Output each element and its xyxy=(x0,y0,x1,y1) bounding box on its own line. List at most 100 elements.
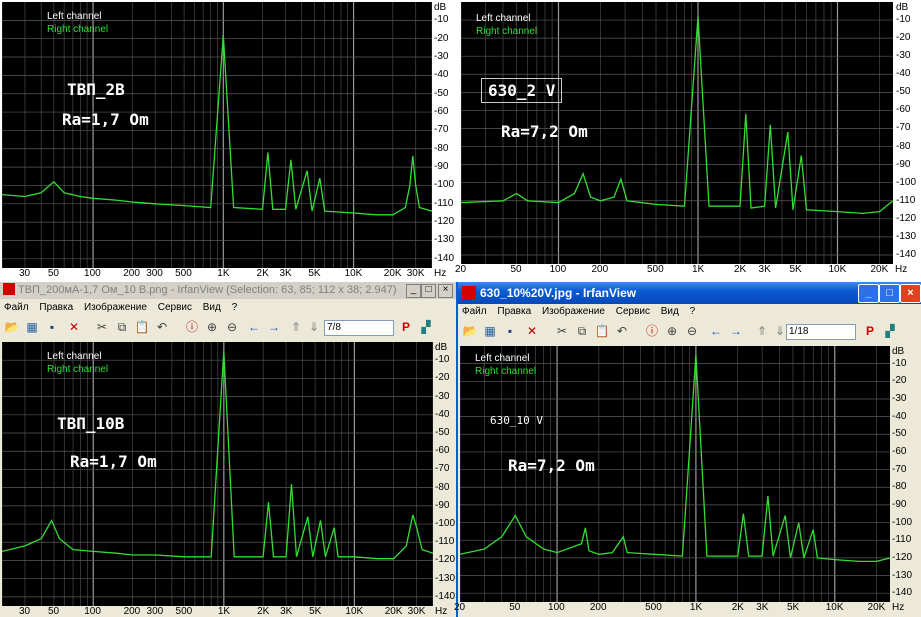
minimize-button[interactable]: _ xyxy=(858,284,879,303)
maximize-button[interactable]: □ xyxy=(421,284,436,298)
db-tick-label: -90 xyxy=(896,158,911,170)
menu-file[interactable]: Файл xyxy=(462,306,487,317)
print-icon[interactable]: P xyxy=(398,319,414,335)
info-icon[interactable]: ⓘ xyxy=(644,323,660,339)
menu-file[interactable]: Файл xyxy=(4,302,29,313)
page-number-field[interactable]: 1/18 xyxy=(786,324,856,340)
close-button[interactable]: × xyxy=(900,284,921,303)
frequency-tick-label: 200 xyxy=(123,606,141,617)
next-icon[interactable]: → xyxy=(728,323,744,339)
menu-image[interactable]: Изображение xyxy=(542,306,605,317)
db-tick-label: -130 xyxy=(896,230,917,242)
paste-icon[interactable]: 📋 xyxy=(134,319,150,335)
db-tick-label: -110 xyxy=(434,197,454,209)
db-tick-label: -40 xyxy=(435,408,450,420)
menu-help[interactable]: ? xyxy=(690,306,696,317)
db-tick-label: -20 xyxy=(434,32,449,44)
spectrum-plot-area: Left channel Right channel ТВП_2В Ra=1,7… xyxy=(2,2,432,268)
last-icon[interactable]: ⇓ xyxy=(306,319,322,335)
window-titlebar[interactable]: 630_10%20V.jpg - IrfanView xyxy=(458,282,921,304)
frequency-tick-label: 100 xyxy=(84,268,101,279)
db-tick-label: -110 xyxy=(892,534,912,546)
save-icon[interactable]: ▪ xyxy=(502,323,518,339)
annotation-title: 630_2 V xyxy=(481,78,563,103)
next-icon[interactable]: → xyxy=(266,319,282,335)
menu-help[interactable]: ? xyxy=(232,302,238,313)
undo-icon[interactable]: ↶ xyxy=(154,319,170,335)
info-icon[interactable]: ⓘ xyxy=(184,319,200,335)
window-title: ТВП_200мА-1,7 Ом_10 В.png - IrfanView (S… xyxy=(18,284,397,296)
undo-icon[interactable]: ↶ xyxy=(614,323,630,339)
spectrum-view-top-right: Left channel Right channel 630_2 V Ra=7,… xyxy=(455,0,921,282)
db-tick-label: dB xyxy=(892,346,905,357)
frequency-tick-label: 100 xyxy=(84,606,101,617)
frequency-tick-label: 5K xyxy=(308,268,321,279)
window-titlebar[interactable]: ТВП_200мА-1,7 Ом_10 В.png - IrfanView (S… xyxy=(0,282,456,299)
open-folder-icon[interactable]: 📂 xyxy=(462,323,478,339)
frequency-tick-label: 1K xyxy=(217,268,230,279)
zoom-in-icon[interactable]: ⊕ xyxy=(204,319,220,335)
first-icon[interactable]: ⇑ xyxy=(288,319,304,335)
previous-icon[interactable]: ← xyxy=(708,323,724,339)
spectrum-chart xyxy=(2,342,433,606)
print-icon[interactable]: P xyxy=(862,323,878,339)
chart-legend: Left channel Right channel xyxy=(47,10,108,36)
open-folder-icon[interactable]: 📂 xyxy=(4,319,20,335)
frequency-tick-label: 100 xyxy=(549,264,567,275)
db-tick-label: -50 xyxy=(896,86,911,98)
frequency-tick-label: 500 xyxy=(645,602,662,613)
minimize-button[interactable]: _ xyxy=(406,284,421,298)
db-tick-label: -60 xyxy=(892,445,907,457)
paint-icon[interactable]: ▞ xyxy=(882,323,898,339)
previous-icon[interactable]: ← xyxy=(246,319,262,335)
annotation-title: ТВП_2В xyxy=(67,80,125,99)
db-tick-label: -40 xyxy=(896,68,911,80)
frequency-tick-label: 5K xyxy=(309,606,322,617)
maximize-button[interactable]: □ xyxy=(879,284,900,303)
zoom-out-icon[interactable]: ⊖ xyxy=(684,323,700,339)
copy-icon[interactable]: ⧉ xyxy=(574,323,590,339)
frequency-tick-label: 20K xyxy=(867,602,886,613)
db-tick-label: -120 xyxy=(896,212,917,224)
frequency-tick-label: 100 xyxy=(548,602,565,613)
db-tick-label: -50 xyxy=(434,87,449,99)
thumbnails-icon[interactable]: ▦ xyxy=(482,323,498,339)
menu-edit[interactable]: Правка xyxy=(39,302,73,313)
menu-edit[interactable]: Правка xyxy=(497,306,531,317)
db-tick-label: -80 xyxy=(435,481,450,493)
annotation-ra: Ra=7,2 Om xyxy=(501,122,588,141)
thumbnails-icon[interactable]: ▦ xyxy=(24,319,40,335)
db-tick-label: -130 xyxy=(892,569,913,581)
menu-options[interactable]: Сервис xyxy=(616,306,650,317)
menu-view[interactable]: Вид xyxy=(203,302,221,313)
db-tick-label: -80 xyxy=(892,481,907,493)
db-tick-label: -130 xyxy=(434,234,455,246)
zoom-in-icon[interactable]: ⊕ xyxy=(664,323,680,339)
save-icon[interactable]: ▪ xyxy=(44,319,60,335)
cut-icon[interactable]: ✂ xyxy=(94,319,110,335)
first-icon[interactable]: ⇑ xyxy=(754,323,770,339)
page-number-field[interactable]: 7/8 xyxy=(324,320,394,336)
db-tick-label: -60 xyxy=(896,104,911,116)
paste-icon[interactable]: 📋 xyxy=(594,323,610,339)
menu-image[interactable]: Изображение xyxy=(84,302,147,313)
menu-options[interactable]: Сервис xyxy=(158,302,192,313)
copy-icon[interactable]: ⧉ xyxy=(114,319,130,335)
spectrum-chart xyxy=(2,2,432,268)
frequency-tick-label: Hz xyxy=(895,264,908,275)
cut-icon[interactable]: ✂ xyxy=(554,323,570,339)
menu-view[interactable]: Вид xyxy=(661,306,679,317)
delete-icon[interactable]: ✕ xyxy=(524,323,540,339)
zoom-out-icon[interactable]: ⊖ xyxy=(224,319,240,335)
grid xyxy=(2,2,432,268)
legend-left-channel: Left channel xyxy=(47,351,102,362)
close-button[interactable]: × xyxy=(438,284,453,298)
frequency-tick-label: 50 xyxy=(47,606,60,617)
db-tick-label: -140 xyxy=(434,252,455,264)
db-tick-label: -110 xyxy=(435,536,455,548)
db-tick-label: -70 xyxy=(892,463,907,475)
db-tick-label: -10 xyxy=(435,354,450,366)
paint-icon[interactable]: ▞ xyxy=(418,319,434,335)
delete-icon[interactable]: ✕ xyxy=(66,319,82,335)
frequency-tick-label: 3K xyxy=(756,602,769,613)
